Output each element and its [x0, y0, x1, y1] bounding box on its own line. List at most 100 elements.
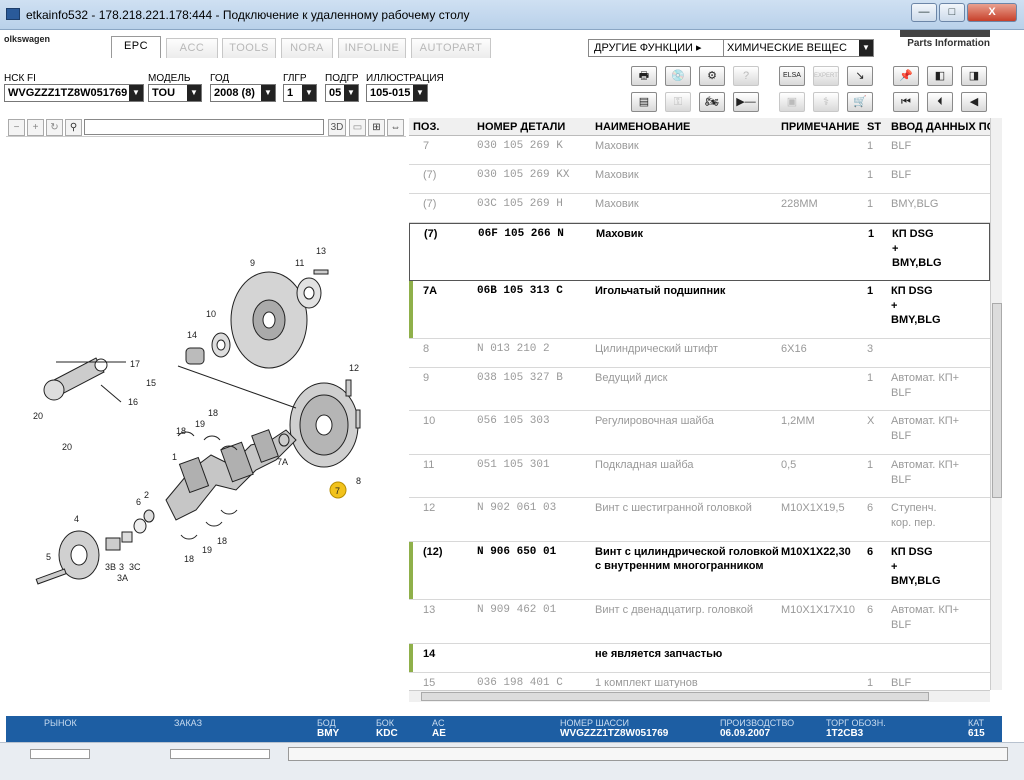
- label-12: 12: [349, 363, 359, 373]
- first-page-button[interactable]: ⏮: [893, 92, 919, 112]
- compare-button[interactable]: ▣: [779, 92, 805, 112]
- cell-st: 1: [867, 677, 874, 688]
- illustration-search-input[interactable]: [84, 119, 324, 135]
- service-button[interactable]: ⚕: [813, 92, 839, 112]
- label-15: 15: [146, 378, 156, 388]
- vehicle-button[interactable]: 🏍: [699, 92, 725, 112]
- zoom-out-icon[interactable]: −: [8, 119, 25, 136]
- tab-autopart[interactable]: AUTOPART: [411, 38, 491, 58]
- tab-epc[interactable]: EPC: [111, 36, 161, 58]
- table-row[interactable]: 15 036 198 401 C 1 комплект шатунов 1 BLF: [409, 673, 990, 688]
- col-data-entry[interactable]: ВВОД ДАННЫХ ПО: [891, 121, 990, 133]
- table-row[interactable]: 7 030 105 269 K Маховик 1 BLF: [409, 136, 990, 165]
- cart-in-button[interactable]: ↘: [847, 66, 873, 86]
- disk-button[interactable]: 💿: [665, 66, 691, 86]
- cell-data-entry: BLF: [891, 140, 912, 152]
- trade-label: ТОРГ ОБОЗН.: [826, 718, 886, 728]
- table-horizontal-scrollbar[interactable]: [409, 690, 990, 702]
- play-button[interactable]: ▶—: [733, 92, 759, 112]
- cell-data-entry: Автомат. КП+: [891, 604, 960, 616]
- table-row[interactable]: 8 N 013 210 2 Цилиндрический штифт 6X16 3: [409, 339, 990, 368]
- table-view-icon[interactable]: ⊞: [368, 119, 385, 136]
- table-row[interactable]: 11 051 105 301 Подкладная шайба 0,5 1 Автомат…: [409, 455, 990, 498]
- expand-icon[interactable]: ⇔: [387, 119, 404, 136]
- key-button[interactable]: ⚿: [665, 92, 691, 112]
- order-label: ЗАКАЗ: [174, 718, 203, 728]
- parts-button[interactable]: ⚙: [699, 66, 725, 86]
- cart-button[interactable]: 🛒: [847, 92, 873, 112]
- cell-pos: (12): [423, 546, 443, 558]
- table-row[interactable]: (7) 06F 105 266 N Маховик 1 КП DSG + BMY,BLG: [409, 223, 990, 281]
- list-button[interactable]: ▤: [631, 92, 657, 112]
- prev-page-button[interactable]: ◧: [927, 66, 953, 86]
- table-row[interactable]: (7) 03C 105 269 H Маховик 228MM 1 BMY,BLG: [409, 194, 990, 223]
- callout-7[interactable]: 7: [335, 486, 340, 496]
- col-st[interactable]: ST: [867, 121, 881, 133]
- col-name[interactable]: НАИМЕНОВАНИЕ: [595, 121, 690, 133]
- other-functions-label: ДРУГИЕ ФУНКЦИИ ▸: [594, 42, 702, 54]
- cell-data-entry: Автомат. КП+: [891, 415, 960, 427]
- cell-name: Маховик: [595, 140, 639, 152]
- split-view-icon[interactable]: ▭: [349, 119, 366, 136]
- table-row[interactable]: 12 N 902 061 03 Винт с шестигранной головк…: [409, 498, 990, 542]
- magnifier-icon[interactable]: ⚲: [65, 119, 82, 136]
- vin-select[interactable]: WVGZZZ1TZ8W051769 ▼: [4, 84, 144, 102]
- chevron-down-icon: ▼: [302, 85, 316, 101]
- taskbar-item[interactable]: [30, 749, 90, 759]
- table-row[interactable]: (7) 030 105 269 KX Маховик 1 BLF: [409, 165, 990, 194]
- elsa-button[interactable]: ELSA: [779, 66, 805, 86]
- 3d-button[interactable]: 3D: [328, 119, 346, 136]
- bod-label: БОД: [317, 718, 336, 728]
- model-value: TOU: [152, 87, 176, 99]
- col-note[interactable]: ПРИМЕЧАНИЕ: [781, 121, 860, 133]
- taskbar-item[interactable]: [170, 749, 270, 759]
- pin-button[interactable]: 📌: [893, 66, 919, 86]
- label-18: 18: [176, 426, 186, 436]
- table-row[interactable]: 10 056 105 303 Регулировочная шайба 1,2MM X А…: [409, 411, 990, 455]
- cell-pos: 8: [423, 343, 430, 355]
- table-row[interactable]: 9 038 105 327 B Ведущий диск 1 Автомат. КП+ B…: [409, 368, 990, 411]
- expert-button[interactable]: EXPERT: [813, 66, 839, 86]
- label-18c: 18: [184, 554, 194, 564]
- close-button[interactable]: X: [967, 3, 1017, 22]
- maximize-button[interactable]: □: [939, 3, 965, 22]
- cell-st: 6: [867, 604, 874, 616]
- scroll-thumb[interactable]: [421, 692, 929, 701]
- tab-acc[interactable]: ACC: [166, 38, 218, 58]
- label-16: 16: [128, 397, 138, 407]
- exploded-view-illustration[interactable]: 7 13 9 11 10 14 17 15 16 20 20 12 18 19 …: [6, 140, 406, 700]
- next-page-button[interactable]: ◨: [961, 66, 987, 86]
- scroll-thumb[interactable]: [992, 303, 1002, 498]
- table-row[interactable]: 13 N 909 462 01 Винт с двенадцатигр. голов…: [409, 600, 990, 644]
- year-value: 2008 (8): [214, 87, 255, 99]
- prev-button[interactable]: ⏴: [927, 92, 953, 112]
- table-row[interactable]: (12) N 906 650 01 Винт с цилиндрической го…: [409, 542, 990, 600]
- main-group-select[interactable]: 1 ▼: [283, 84, 317, 102]
- cell-data-entry: +: [892, 242, 899, 255]
- tab-tools[interactable]: TOOLS: [222, 38, 276, 58]
- table-vertical-scrollbar[interactable]: [990, 118, 1002, 690]
- other-functions-select[interactable]: ДРУГИЕ ФУНКЦИИ ▸ ХИМИЧЕСКИЕ ВЕЩЕС ▼: [588, 39, 874, 57]
- subgroup-select[interactable]: 05 ▼: [325, 84, 359, 102]
- print-button[interactable]: 🖶: [631, 66, 657, 86]
- label-19b: 19: [202, 545, 212, 555]
- zoom-in-icon[interactable]: +: [27, 119, 44, 136]
- back-button[interactable]: ◀: [961, 92, 987, 112]
- minimize-button[interactable]: —: [911, 3, 937, 22]
- search-button[interactable]: ?: [733, 66, 759, 86]
- tab-nora[interactable]: NORA: [281, 38, 333, 58]
- year-select[interactable]: 2008 (8) ▼: [210, 84, 276, 102]
- col-pos[interactable]: ПОЗ.: [413, 121, 439, 133]
- remote-desktop-bottom-bar: [0, 742, 1024, 780]
- cell-note: 1,2MM: [781, 415, 815, 427]
- rotate-icon[interactable]: ↻: [46, 119, 63, 136]
- table-row[interactable]: 7A 06B 105 313 C Игольчатый подшипник 1 КП D…: [409, 281, 990, 339]
- col-part-number[interactable]: НОМЕР ДЕТАЛИ: [477, 121, 565, 133]
- tab-infoline[interactable]: INFOLINE: [338, 38, 406, 58]
- cell-part-number: N 909 462 01: [477, 604, 557, 616]
- illustration-select[interactable]: 105-015 ▼: [366, 84, 428, 102]
- model-select[interactable]: TOU ▼: [148, 84, 202, 102]
- cell-name: Винт с двенадцатигр. головкой: [595, 604, 754, 616]
- table-row[interactable]: 14 не является запчастью: [409, 644, 990, 673]
- remote-horizontal-scrollbar[interactable]: [288, 747, 1008, 761]
